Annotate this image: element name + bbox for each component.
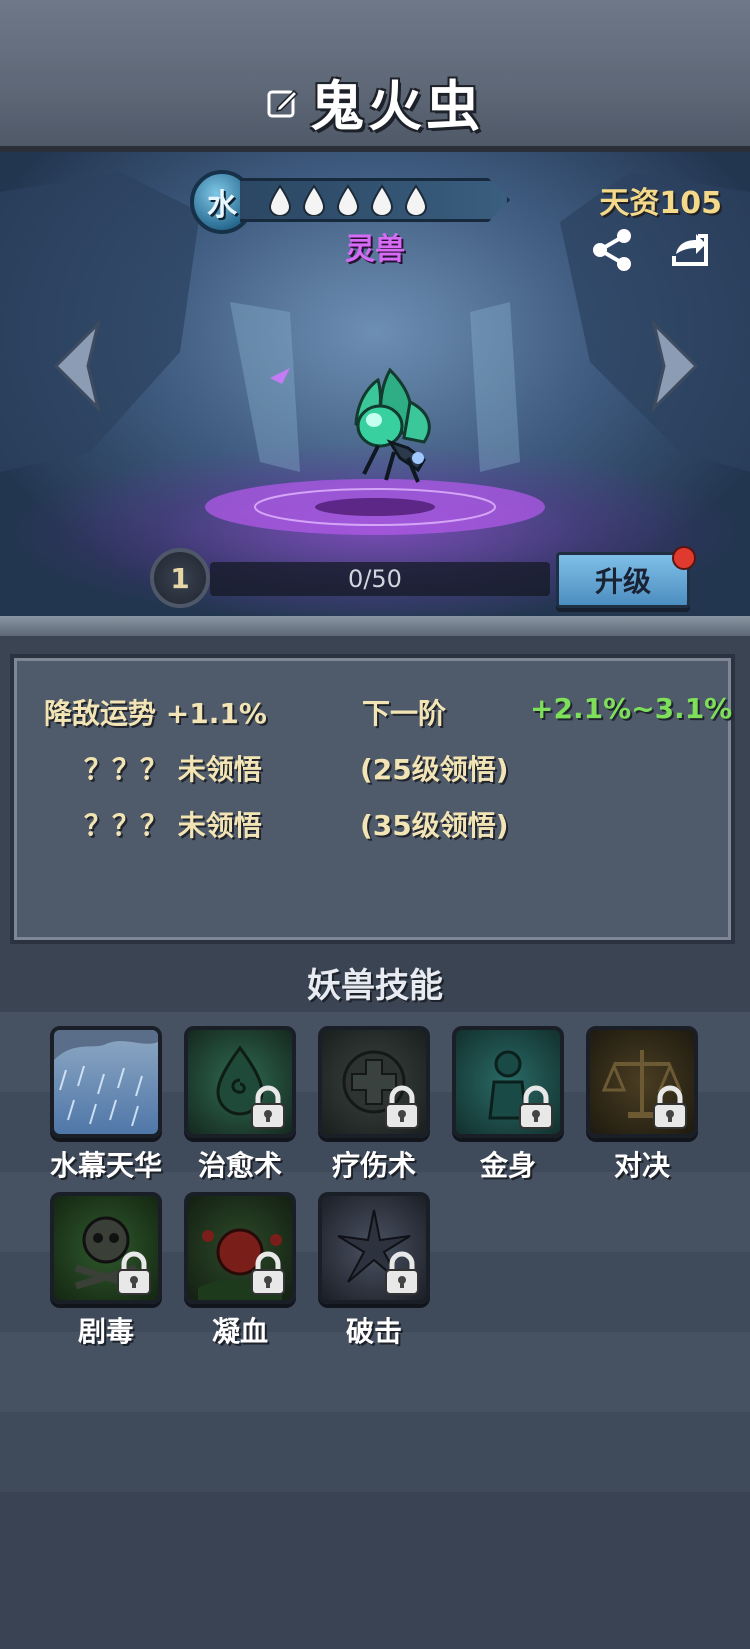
lock-icon xyxy=(519,1085,553,1129)
skill-slot[interactable]: 破击 xyxy=(318,1192,430,1362)
skill-slot[interactable]: 水幕天华 xyxy=(50,1026,162,1196)
next-arrow-icon[interactable] xyxy=(650,320,702,412)
skill-slot[interactable]: 凝血 xyxy=(184,1192,296,1362)
water-drop-icon xyxy=(268,184,292,216)
skill-slot[interactable]: 疗伤术 xyxy=(318,1026,430,1196)
bottom-area xyxy=(0,1492,750,1649)
edit-name-icon[interactable] xyxy=(266,85,300,119)
notification-dot xyxy=(672,546,696,570)
unlock-level-hint: (35级领悟) xyxy=(360,809,509,842)
skill-slot[interactable]: 对决 xyxy=(586,1026,698,1196)
water-drop-icon xyxy=(302,184,326,216)
next-tier-value: +2.1%~3.1% xyxy=(530,692,733,725)
skill-name: 疗伤术 xyxy=(331,1149,416,1182)
locked-attribute-label: ？？？ 未领悟 xyxy=(84,753,262,786)
skills-section-title: 妖兽技能 xyxy=(307,966,443,1006)
skill-name: 对决 xyxy=(613,1149,670,1182)
skill-name: 金身 xyxy=(479,1149,536,1182)
lock-icon xyxy=(385,1085,419,1129)
stat-label-luck: 降敌运势 +1.1% xyxy=(44,697,267,730)
skill-name: 凝血 xyxy=(211,1315,268,1348)
scene-divider xyxy=(0,616,750,636)
skill-slot[interactable]: 剧毒 xyxy=(50,1192,162,1362)
skill-name: 治愈术 xyxy=(197,1149,282,1182)
water-drop-icon xyxy=(370,184,394,216)
previous-arrow-icon[interactable] xyxy=(50,320,102,412)
aptitude-value: 天资105 xyxy=(599,186,722,221)
golden-body-icon xyxy=(452,1026,564,1138)
heal-drop-icon xyxy=(184,1026,296,1138)
lock-icon xyxy=(117,1251,151,1295)
skill-slot[interactable]: 治愈术 xyxy=(184,1026,296,1196)
water-drop-icon xyxy=(404,184,428,216)
blood-apple-icon xyxy=(184,1192,296,1304)
cross-icon xyxy=(318,1026,430,1138)
export-icon[interactable] xyxy=(668,228,712,272)
pet-name-title: 鬼火虫 xyxy=(310,74,484,138)
rain-icon xyxy=(50,1026,162,1138)
skill-name: 破击 xyxy=(345,1315,402,1348)
lock-icon xyxy=(385,1251,419,1295)
next-tier-label: 下一阶 xyxy=(362,697,447,730)
skill-name: 水幕天华 xyxy=(49,1149,162,1182)
lock-icon xyxy=(251,1251,285,1295)
skill-name: 剧毒 xyxy=(77,1315,134,1348)
water-drop-icon xyxy=(336,184,360,216)
lock-icon xyxy=(251,1085,285,1129)
pet-rank-label: 灵兽 xyxy=(345,232,405,267)
skull-icon xyxy=(50,1192,162,1304)
lock-icon xyxy=(653,1085,687,1129)
pet-level-badge: 1 xyxy=(150,548,210,608)
upgrade-button[interactable]: 升级 xyxy=(556,552,690,608)
skill-slot[interactable]: 金身 xyxy=(452,1026,564,1196)
shatter-icon xyxy=(318,1192,430,1304)
unlock-level-hint: (25级领悟) xyxy=(360,753,509,786)
header: 鬼火虫 xyxy=(0,0,750,152)
xp-text: 0/50 xyxy=(348,565,402,593)
locked-attribute-label: ？？？ 未领悟 xyxy=(84,809,262,842)
scales-icon xyxy=(586,1026,698,1138)
share-icon[interactable] xyxy=(588,226,636,274)
pet-creature-sprite xyxy=(354,367,431,483)
star-drops-bar xyxy=(240,178,510,222)
